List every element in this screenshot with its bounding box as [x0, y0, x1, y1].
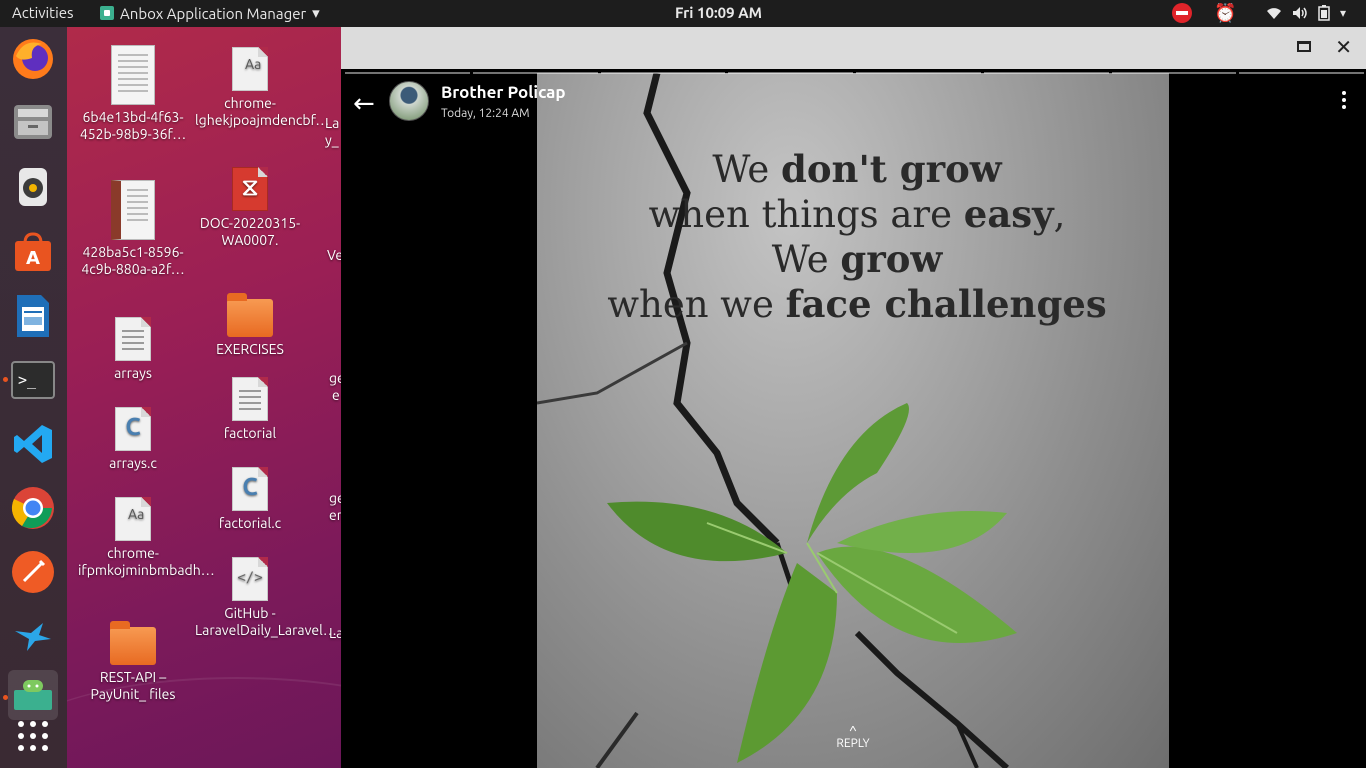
desktop-icon-label: factorial.c	[218, 515, 282, 531]
desktop-icon-partial[interactable]: ge e	[329, 370, 341, 404]
back-arrow-icon[interactable]: ←	[353, 90, 375, 116]
desktop-icon-partial[interactable]: La	[329, 625, 341, 642]
desktop-icon-label: 428ba5c1-8596-4c9b-880a-a2f…	[81, 244, 185, 277]
status-header: ← Brother Policap Today, 12:24 AM	[341, 79, 1366, 127]
font-file-icon: Aa	[115, 497, 151, 541]
desktop-icon-label: chrome-ifpmkojminbmbadh…	[78, 545, 215, 578]
desktop-icon-c-file[interactable]: C factorial.c	[195, 467, 305, 532]
app-menu-label: Anbox Application Manager	[120, 4, 307, 22]
dock: A >_	[0, 27, 67, 768]
do-not-disturb-icon[interactable]	[1171, 3, 1192, 23]
desktop-icon-label: arrays.c	[109, 455, 157, 471]
desktop-icon-doc[interactable]: 6b4e13bd-4f63-452b-98b9-36f…	[78, 45, 188, 143]
contact-name[interactable]: Brother Policap	[441, 83, 566, 102]
files-icon[interactable]	[8, 97, 58, 147]
desktop-icon-font[interactable]: Aa chrome-ifpmkojminbmbadh…	[78, 497, 215, 579]
desktop-icon-c-file[interactable]: C arrays.c	[78, 407, 188, 472]
more-options-icon[interactable]	[1342, 91, 1348, 109]
chevron-down-icon[interactable]: ▾	[1340, 6, 1346, 20]
desktop-icon-partial[interactable]: La y_	[325, 115, 341, 149]
rhythmbox-icon[interactable]	[8, 162, 58, 212]
alarm-icon[interactable]: ⏰	[1214, 3, 1236, 23]
desktop-icon-label: factorial	[223, 425, 277, 441]
desktop-icon-label: REST-API – PayUnit_ files	[90, 669, 176, 702]
folder-icon	[227, 293, 273, 337]
activities-button[interactable]: Activities	[12, 4, 74, 21]
desktop-icon-partial[interactable]: ge er	[329, 490, 341, 524]
document-thumbnail-icon	[111, 180, 155, 240]
anbox-icon	[100, 6, 114, 20]
status-image[interactable]: We don't grow when things are easy, We g…	[537, 73, 1169, 768]
pdf-file-icon: ⧖	[232, 167, 268, 211]
desktop-icon-label: y_	[325, 132, 339, 148]
desktop-icon-label: ge	[329, 370, 341, 386]
desktop-icon-label: La	[329, 625, 341, 641]
terminal-icon[interactable]: >_	[8, 355, 58, 405]
reply-button[interactable]: ^ REPLY	[831, 723, 875, 750]
c-source-icon: C	[232, 467, 268, 511]
desktop-icon-partial[interactable]: Ve	[327, 247, 341, 264]
libreoffice-writer-icon[interactable]	[8, 291, 58, 341]
desktop-icon-label: DOC-20220315-WA0007.	[199, 215, 301, 248]
close-icon[interactable]: ✕	[1335, 35, 1352, 59]
desktop-icon-label: 6b4e13bd-4f63-452b-98b9-36f…	[79, 109, 187, 142]
postman-icon[interactable]	[8, 547, 58, 597]
system-tray[interactable]: ⏰ ▾	[1171, 3, 1346, 23]
desktop-icon-text[interactable]: arrays	[78, 317, 188, 382]
desktop-icon-doc[interactable]: 428ba5c1-8596-4c9b-880a-a2f…	[78, 180, 188, 278]
desktop-icon-label: La	[325, 115, 340, 131]
app-menu[interactable]: Anbox Application Manager ▾	[100, 4, 320, 22]
desktop-icon-label: GitHub - LaravelDaily_Laravel…	[195, 605, 337, 638]
vscode-icon[interactable]	[8, 419, 58, 469]
desktop-icon-label: ge	[329, 490, 341, 506]
document-thumbnail-icon	[111, 45, 155, 105]
desktop-icon-text[interactable]: factorial	[195, 377, 305, 442]
firefox-icon[interactable]	[8, 34, 58, 84]
html-file-icon: </>	[232, 557, 268, 601]
status-timestamp: Today, 12:24 AM	[441, 107, 530, 120]
maximize-icon[interactable]	[1297, 41, 1311, 52]
running-indicator	[3, 695, 8, 700]
plant-illustration	[607, 403, 1017, 763]
kingfisher-icon[interactable]	[8, 611, 58, 661]
desktop-icon-font[interactable]: Aa chrome-lghekjpoajmdencbf…	[195, 47, 330, 129]
font-file-icon: Aa	[232, 47, 268, 91]
window-titlebar[interactable]: ✕	[341, 27, 1366, 69]
desktop-icon-folder[interactable]: EXERCISES	[195, 293, 305, 358]
battery-icon[interactable]	[1318, 5, 1330, 21]
status-progress-bar	[345, 72, 1364, 74]
desktop-icon-label: e	[332, 387, 340, 403]
desktop-icon-label: EXERCISES	[216, 341, 284, 357]
desktop[interactable]: 6b4e13bd-4f63-452b-98b9-36f… 428ba5c1-85…	[67, 27, 341, 768]
chevron-down-icon: ▾	[312, 4, 320, 21]
desktop-icon-html[interactable]: </> GitHub - LaravelDaily_Laravel…	[195, 557, 337, 639]
wifi-icon[interactable]	[1266, 6, 1282, 20]
desktop-icon-folder[interactable]: REST-API – PayUnit_ files	[78, 621, 188, 703]
ubuntu-software-icon[interactable]: A	[8, 227, 58, 277]
show-applications-icon[interactable]	[8, 711, 58, 761]
chrome-icon[interactable]	[8, 483, 58, 533]
desktop-icon-label: arrays	[114, 365, 152, 381]
svg-text:A: A	[26, 248, 40, 269]
desktop-icon-label: chrome-lghekjpoajmdencbf…	[195, 95, 330, 128]
desktop-icon-pdf[interactable]: ⧖ DOC-20220315-WA0007.	[195, 167, 305, 249]
c-source-icon: C	[115, 407, 151, 451]
svg-text:>_: >_	[18, 371, 37, 389]
text-file-icon	[232, 377, 268, 421]
volume-icon[interactable]	[1292, 6, 1308, 20]
folder-icon	[110, 621, 156, 665]
text-file-icon	[115, 317, 151, 361]
chevron-up-icon: ^	[849, 723, 857, 739]
top-bar: Activities Anbox Application Manager ▾ F…	[0, 0, 1366, 27]
anbox-window: ✕ We don't grow when things are easy, We…	[341, 27, 1366, 768]
avatar[interactable]	[389, 81, 429, 121]
desktop-icon-label: Ve	[327, 247, 341, 263]
desktop-icon-label: er	[329, 507, 341, 523]
clock[interactable]: Fri 10:09 AM	[675, 4, 762, 21]
reply-label: REPLY	[836, 737, 870, 750]
